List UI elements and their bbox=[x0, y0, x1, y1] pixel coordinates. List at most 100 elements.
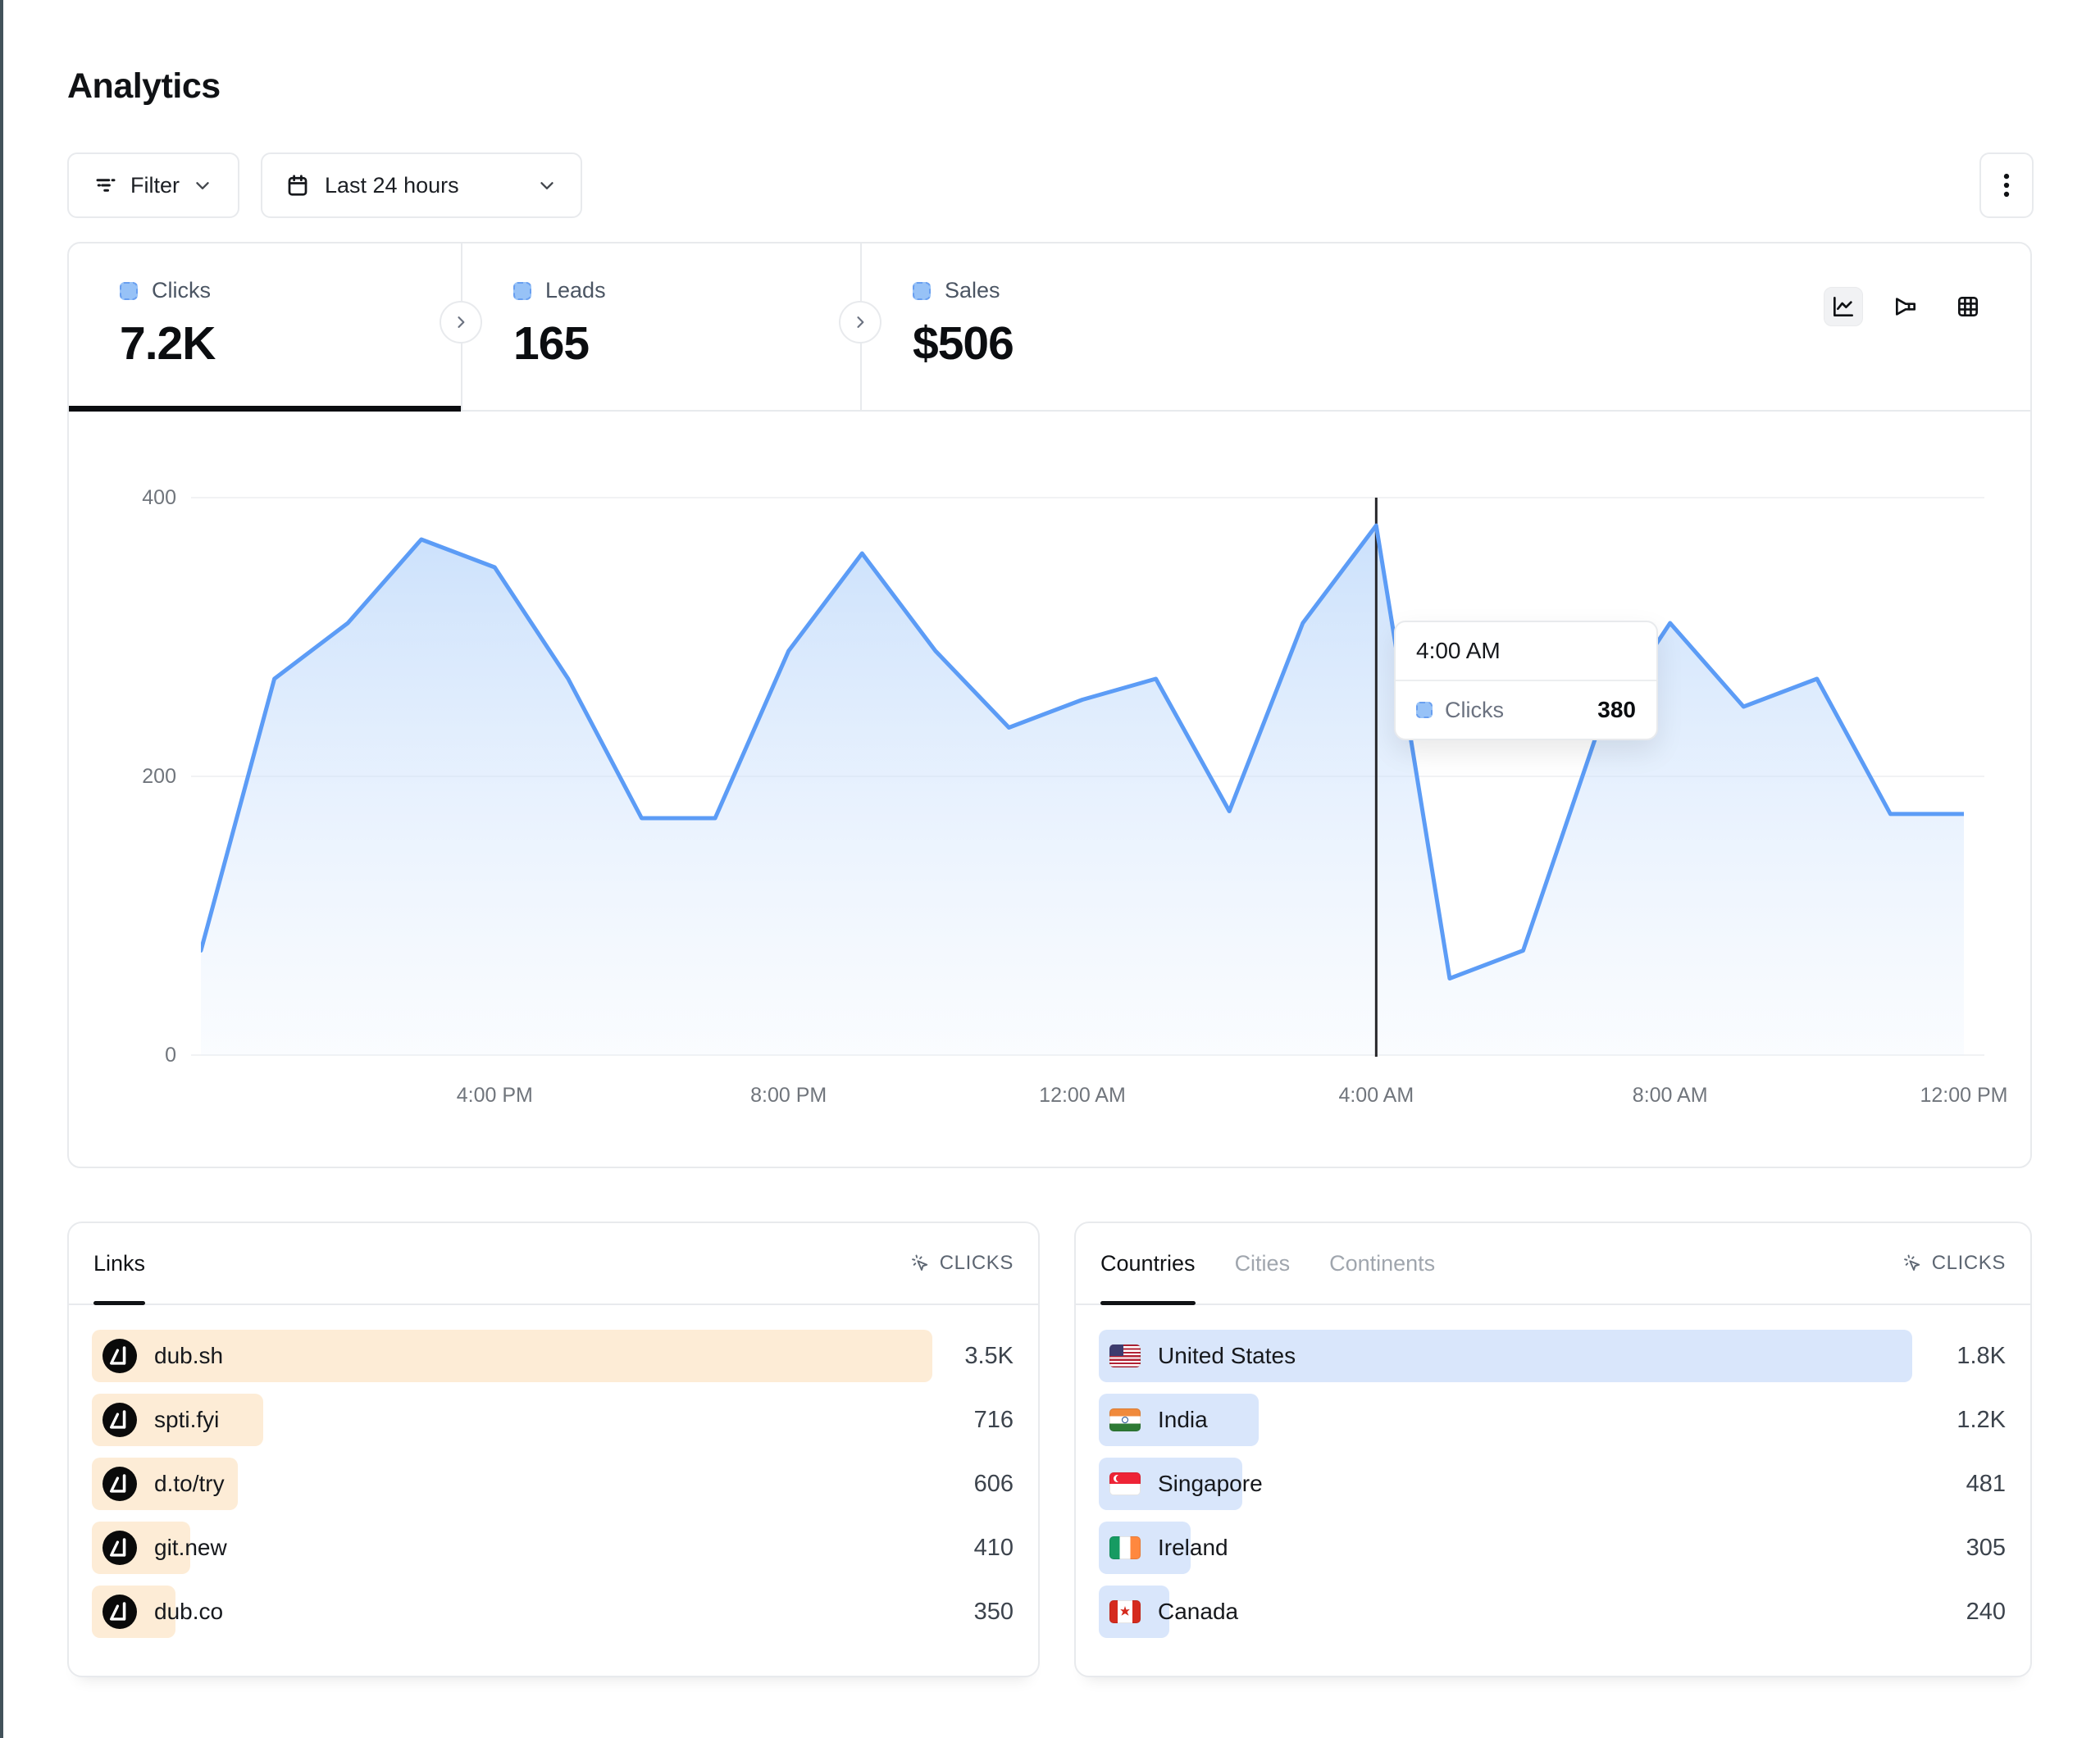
link-label: spti.fyi bbox=[154, 1407, 219, 1433]
link-clicks-value: 410 bbox=[974, 1522, 1014, 1574]
table-view-button[interactable] bbox=[1948, 287, 1988, 326]
stat-value: 7.2K bbox=[120, 316, 215, 371]
country-list-item[interactable]: India 1.2K bbox=[1099, 1394, 2007, 1446]
country-flag-icon bbox=[1109, 1408, 1141, 1431]
y-tick-label: 0 bbox=[82, 1044, 176, 1067]
dub-logo-icon bbox=[102, 1467, 137, 1501]
stat-card-leads[interactable]: Leads 165 bbox=[462, 243, 860, 410]
stat-label: Leads bbox=[545, 278, 606, 303]
sales-legend-swatch bbox=[913, 282, 931, 300]
link-label: git.new bbox=[154, 1535, 227, 1561]
tooltip-legend-swatch bbox=[1416, 702, 1433, 718]
country-list-item[interactable]: Canada 240 bbox=[1099, 1586, 2007, 1638]
country-list-item[interactable]: Ireland 305 bbox=[1099, 1522, 2007, 1574]
country-flag-icon bbox=[1109, 1472, 1141, 1495]
chart-type-switcher bbox=[1824, 287, 1988, 326]
stat-card-clicks[interactable]: Clicks 7.2K bbox=[69, 243, 461, 410]
x-tick-label: 4:00 PM bbox=[457, 1084, 533, 1108]
country-flag-icon bbox=[1109, 1600, 1141, 1623]
metric-label: CLICKS bbox=[1932, 1252, 2006, 1275]
line-chart-icon bbox=[1830, 293, 1856, 320]
tooltip-series-label: Clicks bbox=[1445, 698, 1504, 723]
links-panel: Links CLICKS dub.sh 3.5K bbox=[67, 1222, 1040, 1677]
link-list-item[interactable]: spti.fyi 716 bbox=[92, 1394, 1015, 1446]
clicks-legend-swatch bbox=[120, 282, 138, 300]
link-list-item[interactable]: git.new 410 bbox=[92, 1522, 1015, 1574]
stat-value: $506 bbox=[913, 316, 1014, 371]
country-label: United States bbox=[1158, 1343, 1296, 1369]
link-label: dub.co bbox=[154, 1599, 223, 1625]
y-tick-label: 400 bbox=[82, 486, 176, 510]
tab-label: Links bbox=[93, 1251, 145, 1276]
funnel-icon bbox=[1893, 293, 1919, 320]
chevron-right-icon bbox=[453, 314, 469, 330]
country-clicks-value: 240 bbox=[1966, 1586, 2006, 1638]
cursor-click-icon bbox=[1902, 1253, 1922, 1273]
link-list-item[interactable]: d.to/try 606 bbox=[92, 1458, 1015, 1510]
next-stat-button[interactable] bbox=[440, 301, 482, 344]
calendar-icon bbox=[285, 173, 310, 198]
stat-label: Clicks bbox=[152, 278, 211, 303]
link-clicks-value: 716 bbox=[974, 1394, 1014, 1446]
tab-label: Countries bbox=[1100, 1251, 1196, 1276]
link-clicks-value: 606 bbox=[974, 1458, 1014, 1510]
country-label: Singapore bbox=[1158, 1471, 1263, 1497]
chevron-right-icon bbox=[852, 314, 868, 330]
tab-label: Continents bbox=[1329, 1251, 1435, 1276]
link-list-item[interactable]: dub.co 350 bbox=[92, 1586, 1015, 1638]
date-range-label: Last 24 hours bbox=[325, 173, 459, 198]
country-flag-icon bbox=[1109, 1536, 1141, 1559]
y-tick-label: 200 bbox=[82, 765, 176, 789]
more-options-button[interactable] bbox=[1979, 152, 2034, 218]
page-title: Analytics bbox=[67, 66, 221, 107]
grid-icon bbox=[1955, 293, 1981, 320]
country-label: Canada bbox=[1158, 1599, 1238, 1625]
dub-logo-icon bbox=[102, 1531, 137, 1565]
leads-legend-swatch bbox=[513, 282, 531, 300]
country-label: India bbox=[1158, 1407, 1208, 1433]
tab-cities[interactable]: Cities bbox=[1235, 1223, 1291, 1304]
tab-label: Cities bbox=[1235, 1251, 1291, 1276]
tab-countries[interactable]: Countries bbox=[1100, 1223, 1196, 1304]
line-chart-view-button[interactable] bbox=[1824, 287, 1863, 326]
tab-continents[interactable]: Continents bbox=[1329, 1223, 1435, 1304]
clicks-area-chart[interactable] bbox=[201, 457, 1964, 1063]
dub-logo-icon bbox=[102, 1339, 137, 1373]
countries-metric-selector[interactable]: CLICKS bbox=[1902, 1252, 2006, 1275]
active-stat-underline bbox=[69, 406, 461, 412]
country-list-item[interactable]: Singapore 481 bbox=[1099, 1458, 2007, 1510]
link-clicks-value: 3.5K bbox=[964, 1330, 1014, 1382]
link-label: d.to/try bbox=[154, 1471, 225, 1497]
kebab-menu-icon bbox=[1994, 171, 2019, 199]
filter-icon bbox=[93, 173, 118, 198]
date-range-button[interactable]: Last 24 hours bbox=[261, 152, 582, 218]
tooltip-time: 4:00 AM bbox=[1396, 622, 1656, 681]
filter-button[interactable]: Filter bbox=[67, 152, 239, 218]
chevron-down-icon bbox=[536, 175, 558, 196]
country-clicks-value: 1.2K bbox=[1957, 1394, 2006, 1446]
x-tick-label: 8:00 PM bbox=[750, 1084, 827, 1108]
area-fill bbox=[201, 525, 1964, 1055]
x-tick-label: 12:00 PM bbox=[1920, 1084, 2007, 1108]
stats-row: Clicks 7.2K Leads 165 Sales $506 bbox=[69, 243, 2030, 412]
country-clicks-value: 481 bbox=[1966, 1458, 2006, 1510]
country-flag-icon bbox=[1109, 1344, 1141, 1367]
stat-card-sales[interactable]: Sales $506 bbox=[862, 243, 1272, 410]
left-edge-accent bbox=[0, 0, 3, 1738]
tab-links[interactable]: Links bbox=[93, 1223, 145, 1304]
country-clicks-value: 305 bbox=[1966, 1522, 2006, 1574]
filter-button-label: Filter bbox=[130, 173, 180, 198]
chevron-down-icon bbox=[192, 175, 213, 196]
next-stat-button[interactable] bbox=[839, 301, 881, 344]
metric-label: CLICKS bbox=[940, 1252, 1014, 1275]
tooltip-series-value: 380 bbox=[1597, 697, 1636, 723]
x-tick-label: 4:00 AM bbox=[1338, 1084, 1414, 1108]
link-list-item[interactable]: dub.sh 3.5K bbox=[92, 1330, 1015, 1382]
link-label: dub.sh bbox=[154, 1343, 223, 1369]
funnel-view-button[interactable] bbox=[1886, 287, 1925, 326]
country-list-item[interactable]: United States 1.8K bbox=[1099, 1330, 2007, 1382]
countries-panel: Countries Cities Continents CLICKS Unite… bbox=[1074, 1222, 2032, 1677]
dub-logo-icon bbox=[102, 1403, 137, 1437]
x-tick-label: 8:00 AM bbox=[1633, 1084, 1708, 1108]
links-metric-selector[interactable]: CLICKS bbox=[910, 1252, 1014, 1275]
